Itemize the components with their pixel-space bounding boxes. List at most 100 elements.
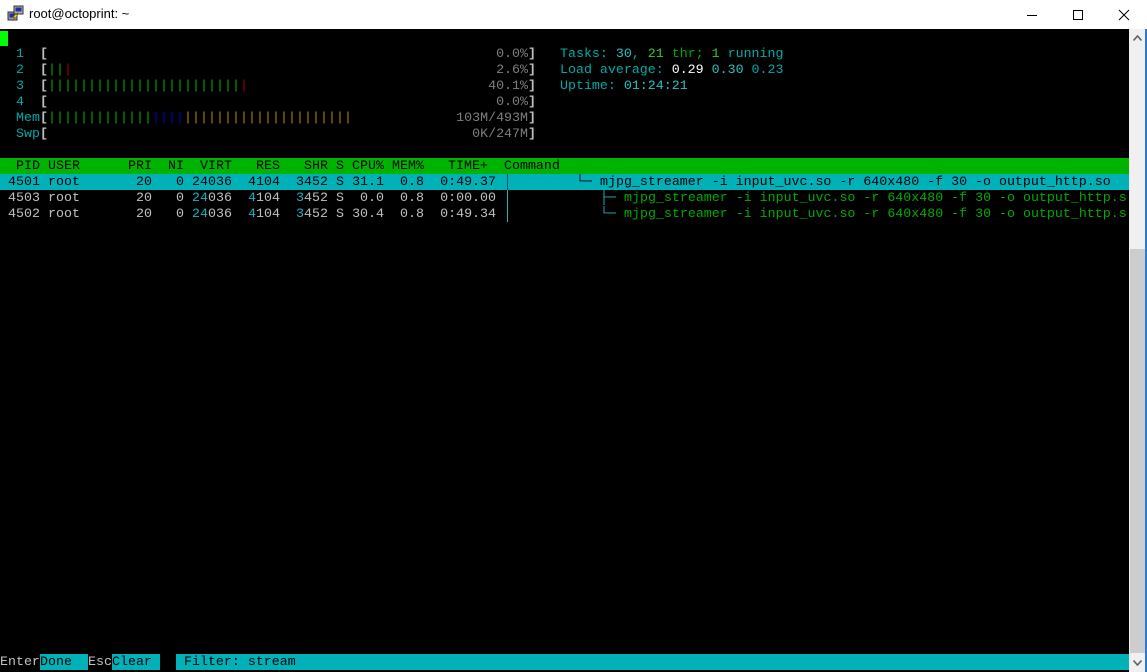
cpu-meter: 3[| | | | | | | | | | | | | | | | | | | | | | | | | 40.1%] — [0, 78, 536, 94]
col-pri[interactable]: PRI — [128, 158, 152, 174]
meter-bar: | — [120, 78, 128, 93]
process-row[interactable]: 4503 root 20 0 24 036 4 104 3 452 S 0.0 0.8 0:00.00 ├─… — [0, 190, 1129, 206]
meter-label: 3 — [16, 78, 24, 93]
meter-bar: | — [48, 110, 56, 125]
meter-bar: | — [160, 78, 168, 93]
col-state[interactable]: S — [336, 158, 344, 174]
meter-open-bracket: [ — [40, 78, 48, 93]
title-bar: root@octoprint: ~ — [0, 0, 1147, 29]
cell-time: 0:00.00 — [440, 190, 496, 205]
meter-bar: | — [320, 110, 328, 125]
cell-res-hi: 4 — [248, 206, 256, 221]
col-time[interactable]: TIME+ — [448, 158, 488, 174]
meter-label: Mem — [16, 110, 40, 125]
meter-bar: | — [64, 78, 72, 93]
meter-bar: | — [264, 110, 272, 125]
meter-bar: | — [56, 78, 64, 93]
filter-input[interactable]: Filter: stream — [176, 654, 1129, 670]
scroll-up-button[interactable] — [1129, 29, 1145, 47]
meter-bar: | — [304, 110, 312, 125]
meter-bar: | — [232, 110, 240, 125]
meter-bar: | — [336, 110, 344, 125]
tree-branch-icon: └─ — [600, 206, 616, 221]
col-ni[interactable]: NI — [168, 158, 184, 174]
col-mem[interactable]: MEM% — [392, 158, 424, 174]
close-button[interactable] — [1101, 0, 1147, 29]
cell-user: root — [48, 174, 80, 189]
cell-ni: 0 — [176, 206, 184, 221]
cell-res-hi: 4 — [248, 174, 256, 189]
uptime-line: Uptime: 01:24:21 — [560, 78, 688, 94]
running-count: 1 — [711, 46, 720, 61]
meter-bar: | — [288, 110, 296, 125]
process-table-header[interactable]: PID USER PRI NI VIRT RES SHR S CPU% MEM%… — [0, 158, 1129, 174]
column-separator — [507, 190, 508, 206]
cell-state: S — [336, 174, 344, 189]
cell-time: 0:49.34 — [440, 206, 496, 221]
cell-pid: 4501 — [8, 174, 40, 189]
meter-close-bracket: ] — [528, 62, 536, 77]
meter-bar: | — [48, 62, 56, 77]
cpu-meter: 2[| | | 2.6%] — [0, 62, 536, 78]
meter-bar: | — [88, 78, 96, 93]
col-shr[interactable]: SHR — [304, 158, 328, 174]
col-virt[interactable]: VIRT — [200, 158, 232, 174]
col-pid[interactable]: PID — [16, 158, 40, 174]
meter-open-bracket: [ — [40, 62, 48, 77]
meter-bar: | — [136, 78, 144, 93]
meter-value: 0.0% — [496, 94, 528, 109]
meter-value: 0K/247M — [472, 126, 528, 141]
clear-button[interactable]: Clear — [112, 654, 160, 670]
uptime-value: 01:24:21 — [623, 78, 688, 93]
meter-bar: | — [80, 110, 88, 125]
load-average-label: Load average: — [560, 62, 672, 77]
meter-bar: | — [120, 110, 128, 125]
cell-pri: 20 — [136, 174, 152, 189]
cell-virt-hi: 24 — [192, 206, 208, 221]
meter-close-bracket: ] — [528, 46, 536, 61]
meter-bar: | — [240, 110, 248, 125]
col-res[interactable]: RES — [256, 158, 280, 174]
cell-ni: 0 — [176, 174, 184, 189]
meter-bar: | — [192, 110, 200, 125]
cell-user: root — [48, 190, 80, 205]
cell-shr-hi: 3 — [296, 190, 304, 205]
meter-bar: | — [144, 110, 152, 125]
uptime-label: Uptime: — [560, 78, 624, 93]
minimize-button[interactable] — [1009, 0, 1055, 29]
running-label: running — [719, 46, 784, 61]
meter-bar: | — [160, 110, 168, 125]
process-row[interactable]: 4502 root 20 0 24 036 4 104 3 452 S 30.4 0.8 0:49.34 └… — [0, 206, 1129, 222]
vertical-scrollbar[interactable] — [1129, 29, 1147, 672]
cell-pri: 20 — [136, 190, 152, 205]
meter-bar: | — [224, 78, 232, 93]
cell-cpu: 30.4 — [352, 206, 384, 221]
meter-bar: | — [216, 110, 224, 125]
cell-command: mjpg_streamer -i input_uvc.so -r 640x480… — [600, 174, 1111, 189]
cell-shr-hi: 3 — [296, 206, 304, 221]
cell-shr-lo: 452 — [304, 174, 328, 189]
meter-bar: | — [184, 110, 192, 125]
done-button[interactable]: Done — [40, 654, 88, 670]
cell-mem: 0.8 — [400, 190, 424, 205]
meter-label: 4 — [16, 94, 24, 109]
cell-pid: 4502 — [8, 206, 40, 221]
enter-key: Enter — [0, 654, 40, 669]
meter-bar: | — [296, 110, 304, 125]
terminal[interactable]: 1[0.0%] 2[| | | 2.6%] 3[| | | | | | | | | | | | | | | | | | | | |… — [0, 29, 1129, 672]
cell-mem: 0.8 — [400, 206, 424, 221]
meter-bar: | — [72, 78, 80, 93]
maximize-button[interactable] — [1055, 0, 1101, 29]
cell-cpu: 0.0 — [360, 190, 384, 205]
scroll-down-button[interactable] — [1129, 654, 1145, 672]
cell-command: mjpg_streamer -i input_uvc.so -r 640x480… — [624, 206, 1127, 221]
col-command[interactable]: Command — [504, 158, 560, 174]
process-row[interactable]: 4501 root 20 0 24 036 4 104 3 452 S 31.1 0.8 0:49.37 └… — [0, 174, 1129, 190]
col-user[interactable]: USER — [48, 158, 80, 174]
cell-mem: 0.8 — [400, 174, 424, 189]
minimize-icon — [1027, 14, 1037, 16]
col-cpu[interactable]: CPU% — [352, 158, 384, 174]
terminal-cursor — [0, 31, 8, 46]
meter-bar: | — [112, 110, 120, 125]
scrollbar-thumb[interactable] — [1130, 249, 1145, 653]
